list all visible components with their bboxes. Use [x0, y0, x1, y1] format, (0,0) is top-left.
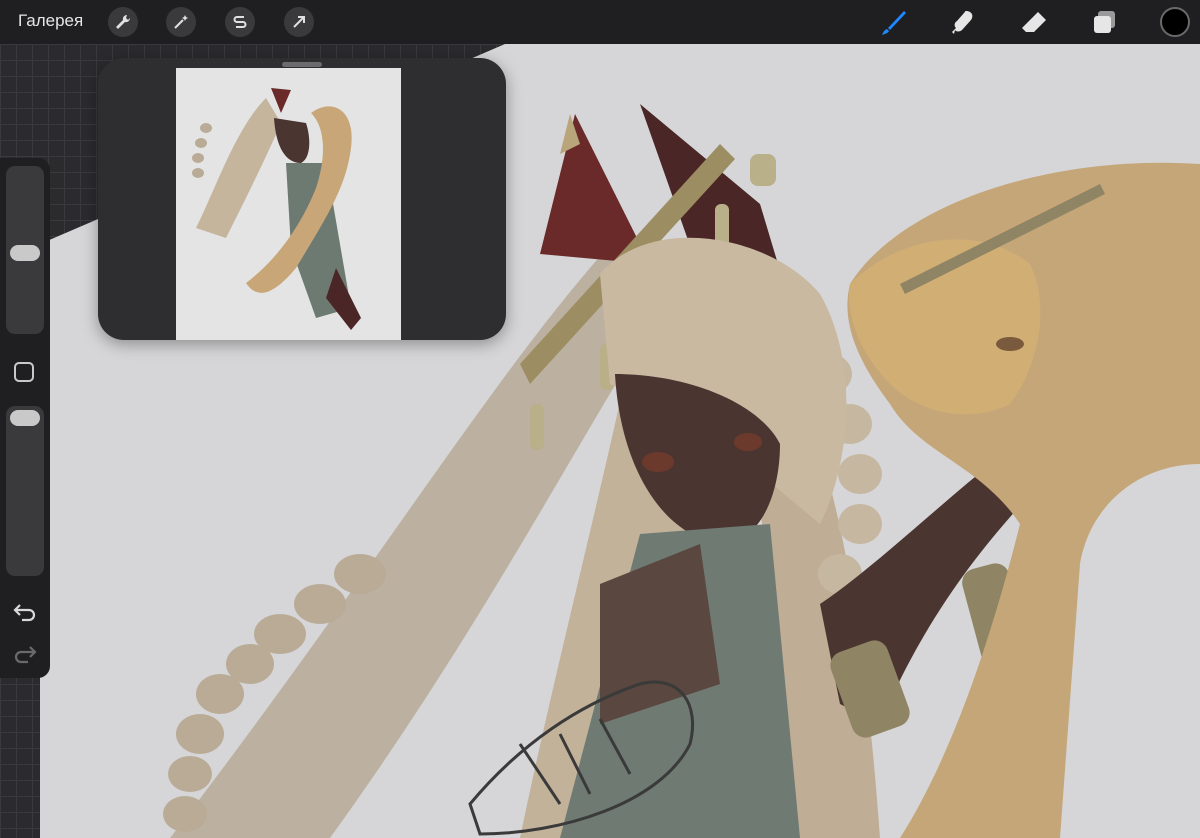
brush-size-slider[interactable]: [6, 166, 44, 334]
selection-s-icon: [233, 16, 247, 28]
reference-window[interactable]: [98, 58, 506, 340]
layers-button[interactable]: [1088, 6, 1120, 38]
eye-left: [642, 452, 674, 472]
gallery-button[interactable]: Галерея: [18, 11, 83, 31]
opacity-thumb[interactable]: [10, 410, 40, 426]
reference-artwork-preview: [176, 68, 401, 340]
magic-wand-icon: [174, 15, 188, 29]
eye-right: [734, 433, 762, 451]
eraser-icon: [1022, 12, 1046, 32]
wrench-icon: [116, 14, 131, 29]
smudge-icon: [952, 11, 973, 34]
layers-icon: [1094, 11, 1115, 33]
reference-thumbnail: [176, 68, 401, 340]
snake-eye: [996, 337, 1024, 351]
selection-button[interactable]: [225, 7, 255, 37]
undo-button[interactable]: [12, 600, 38, 624]
redo-icon: [14, 646, 37, 664]
top-toolbar: Галерея: [0, 0, 1200, 44]
smudge-tool-button[interactable]: [948, 6, 980, 38]
brush-size-thumb[interactable]: [10, 244, 40, 261]
transform-button[interactable]: [284, 7, 314, 37]
brush-tool-button[interactable]: [878, 6, 910, 38]
color-picker-button[interactable]: [1160, 7, 1190, 37]
actions-wrench-button[interactable]: [108, 7, 138, 37]
transform-arrow-icon: [293, 16, 305, 28]
brush-icon: [882, 11, 906, 35]
eraser-tool-button[interactable]: [1018, 6, 1050, 38]
undo-icon: [13, 604, 36, 622]
opacity-slider[interactable]: [6, 406, 44, 576]
left-sidebar: [0, 158, 50, 678]
redo-button[interactable]: [12, 642, 38, 666]
adjustments-button[interactable]: [166, 7, 196, 37]
modify-button[interactable]: [14, 362, 34, 382]
reference-drag-handle[interactable]: [282, 62, 322, 67]
